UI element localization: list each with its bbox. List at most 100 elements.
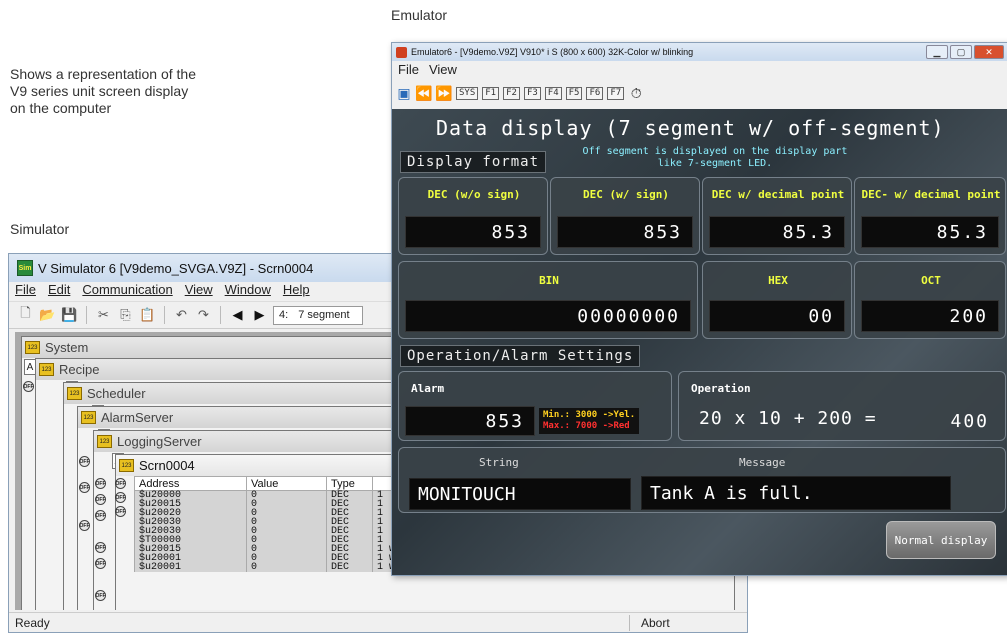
screen-select[interactable]: 4: 7 segment xyxy=(273,305,363,325)
header-type[interactable]: Type xyxy=(326,476,373,491)
fkey-f5[interactable]: F5 xyxy=(565,86,583,100)
fkey-f3[interactable]: F3 xyxy=(523,86,541,100)
off-icon: OFF xyxy=(95,558,106,569)
new-icon[interactable]: 🗋 xyxy=(17,305,34,324)
redo-icon[interactable]: ↷ xyxy=(195,307,212,324)
dec-nosign-panel: DEC (w/o sign) 853 xyxy=(398,177,548,255)
transfer-icon[interactable]: ▣ xyxy=(396,85,412,101)
screen-icon: 123 xyxy=(67,387,82,400)
screen-icon: 123 xyxy=(25,341,40,354)
message-value: Tank A is full. xyxy=(641,476,951,510)
fkey-f1[interactable]: F1 xyxy=(482,86,500,100)
system-title: System xyxy=(45,340,89,355)
string-value: MONITOUCH xyxy=(409,478,631,510)
off-icon: OFF xyxy=(115,506,126,517)
table-cell: 0 xyxy=(246,563,327,573)
off-icon: OFF xyxy=(115,492,126,503)
table-cell: 0 xyxy=(246,527,327,537)
operation-result: 400 xyxy=(950,410,989,432)
oct-label: OCT xyxy=(921,274,941,287)
table-cell: 0 xyxy=(246,536,327,546)
off-icon: OFF xyxy=(79,520,90,531)
dec-point-label: DEC w/ decimal point xyxy=(711,188,845,201)
header-address[interactable]: Address xyxy=(134,476,247,491)
copy-icon[interactable]: ⎘ xyxy=(117,307,134,324)
paste-icon[interactable]: 📋 xyxy=(139,307,156,324)
alarm-label: Alarm xyxy=(411,382,445,395)
operation-expression: 20 x 10 + 200 = xyxy=(699,408,877,429)
menu-view[interactable]: View xyxy=(185,282,213,301)
toolbar-separator xyxy=(164,306,165,324)
description-line: on the computer xyxy=(10,100,112,116)
abort-status[interactable]: Abort xyxy=(641,616,670,630)
off-icon: OFF xyxy=(95,478,106,489)
status-bar: Ready Abort xyxy=(9,612,747,632)
table-cell: 0 xyxy=(246,554,327,564)
open-icon[interactable]: 📂 xyxy=(39,307,56,324)
hmi-screen[interactable]: Data display (7 segment w/ off-segment) … xyxy=(392,109,1007,575)
dec-minus-point-value: 85.3 xyxy=(861,216,999,248)
menu-file[interactable]: File xyxy=(398,62,419,77)
bin-label: BIN xyxy=(539,274,559,287)
dec-point-value: 85.3 xyxy=(709,216,845,248)
table-cell: $u20001 xyxy=(134,563,247,573)
simulator-title: V Simulator 6 [V9demo_SVGA.V9Z] - Scrn00… xyxy=(38,260,314,276)
fkey-f6[interactable]: F6 xyxy=(586,86,604,100)
menu-window[interactable]: Window xyxy=(225,282,271,301)
description-line: V9 series unit screen display xyxy=(10,83,189,99)
max-threshold: Max.: 7000 ->Red xyxy=(543,421,630,431)
off-icon: OFF xyxy=(79,482,90,493)
description-caption: Shows a representation of the V9 series … xyxy=(10,66,196,117)
operation-label: Operation xyxy=(691,382,751,395)
dec-point-panel: DEC w/ decimal point 85.3 xyxy=(702,177,852,255)
minimize-icon[interactable]: ▁ xyxy=(926,45,948,59)
simulator-caption: Simulator xyxy=(10,221,70,237)
fkey-f4[interactable]: F4 xyxy=(544,86,562,100)
maximize-icon[interactable]: ▢ xyxy=(950,45,972,59)
save-icon[interactable]: 💾 xyxy=(61,307,78,324)
recipe-title: Recipe xyxy=(59,362,100,377)
close-icon[interactable]: ✕ xyxy=(974,45,1004,59)
dec-sign-panel: DEC (w/ sign) 853 xyxy=(550,177,700,255)
back-icon[interactable]: ⏪ xyxy=(415,85,432,101)
subtitle-line: Off segment is displayed on the display … xyxy=(582,146,848,157)
undo-icon[interactable]: ↶ xyxy=(173,307,190,324)
next-icon[interactable]: ▶ xyxy=(251,307,268,324)
subtitle-line: like 7-segment LED. xyxy=(657,158,773,169)
menu-view[interactable]: View xyxy=(429,62,457,77)
dec-minus-point-panel: DEC- w/ decimal point 85.3 xyxy=(854,177,1006,255)
off-icon: OFF xyxy=(79,456,90,467)
message-label: Message xyxy=(739,456,786,469)
screen-title: Data display (7 segment w/ off-segment) xyxy=(436,116,945,140)
menu-edit[interactable]: Edit xyxy=(48,282,70,301)
alarm-value: 853 xyxy=(405,406,535,436)
forward-icon[interactable]: ⏩ xyxy=(435,85,452,101)
header-value[interactable]: Value xyxy=(246,476,327,491)
fkey-f7[interactable]: F7 xyxy=(607,86,625,100)
alarmserver-title: AlarmServer xyxy=(101,410,174,425)
operation-alarm-tag: Operation/Alarm Settings xyxy=(400,345,641,367)
screen-select-number: 4: xyxy=(279,309,289,321)
alarm-panel: Alarm 853 Min.: 3000 ->Yel. Max.: 7000 -… xyxy=(398,371,672,441)
screen-select-text: 7 segment xyxy=(298,309,350,321)
column-a xyxy=(38,358,50,374)
menu-file[interactable]: File xyxy=(15,282,36,301)
off-icon: OFF xyxy=(95,590,106,601)
table-cell: 0 xyxy=(246,490,327,500)
string-message-panel: String Message MONITOUCH Tank A is full. xyxy=(398,447,1006,513)
table-cell: DEC xyxy=(326,563,373,573)
fkey-sys[interactable]: SYS xyxy=(456,86,479,100)
menu-communication[interactable]: Communication xyxy=(82,282,172,301)
timer-icon[interactable]: ⏱ xyxy=(628,85,644,101)
emulator-title-bar[interactable]: Emulator6 - [V9demo.V9Z] V910* i S (800 … xyxy=(392,43,1007,61)
fkey-f2[interactable]: F2 xyxy=(503,86,520,100)
menu-help[interactable]: Help xyxy=(283,282,310,301)
screen-icon: 123 xyxy=(81,411,96,424)
prev-icon[interactable]: ◀ xyxy=(229,307,246,324)
table-cell: 0 xyxy=(246,545,327,555)
normal-display-button[interactable]: Normal display xyxy=(886,521,996,559)
toolbar-separator xyxy=(86,306,87,324)
cut-icon[interactable]: ✂ xyxy=(95,307,112,324)
screen-icon: 123 xyxy=(97,435,112,448)
operation-panel: Operation 20 x 10 + 200 = 400 xyxy=(678,371,1006,441)
